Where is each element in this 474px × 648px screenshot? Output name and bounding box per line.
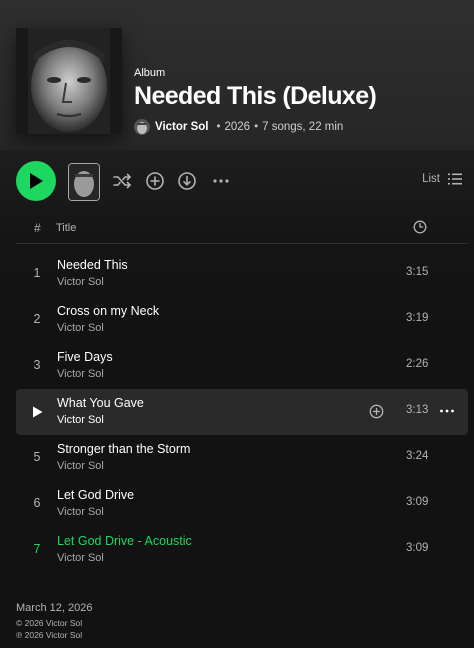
artist-link[interactable]: Victor Sol [155, 121, 208, 133]
track-title[interactable]: Cross on my Neck [57, 304, 159, 318]
track-duration: 3:09 [406, 542, 429, 554]
clock-icon [413, 220, 427, 239]
play-button[interactable] [16, 161, 56, 201]
add-to-library-icon[interactable] [369, 404, 384, 424]
phonogram-copyright-text: ℗ 2026 Victor Sol [16, 630, 83, 640]
track-row[interactable]: 3 Five Days Victor Sol 2:26 [16, 343, 468, 389]
track-number: 5 [33, 450, 41, 464]
track-title[interactable]: Let God Drive - Acoustic [57, 534, 192, 548]
column-title[interactable]: Title [56, 222, 76, 234]
column-number: # [34, 221, 41, 235]
track-number: 1 [33, 266, 41, 280]
track-title[interactable]: What You Gave [57, 396, 144, 410]
release-date: March 12, 2026 [16, 602, 93, 614]
track-more-icon[interactable] [439, 404, 455, 423]
track-number: 6 [33, 496, 41, 510]
album-song-summary: 7 songs, 22 min [262, 121, 344, 133]
track-row[interactable]: 1 Needed This Victor Sol 3:15 [16, 251, 468, 297]
add-circle-icon[interactable] [145, 171, 165, 191]
artist-avatar[interactable] [134, 119, 150, 135]
track-title[interactable]: Let God Drive [57, 488, 134, 502]
track-duration: 3:19 [406, 312, 429, 324]
track-row-hovered[interactable]: What You Gave Victor Sol 3:13 [16, 389, 468, 435]
album-cover [16, 28, 122, 134]
album-meta: Victor Sol • 2026 • 7 songs, 22 min [134, 117, 343, 137]
track-play-icon[interactable] [32, 405, 43, 423]
track-title[interactable]: Five Days [57, 350, 113, 364]
track-artist[interactable]: Victor Sol [57, 552, 104, 564]
copyright-text: © 2026 Victor Sol [16, 618, 83, 628]
track-number: 3 [33, 358, 41, 372]
track-artist[interactable]: Victor Sol [57, 322, 104, 334]
track-row[interactable]: 5 Stronger than the Storm Victor Sol 3:2… [16, 435, 468, 481]
meta-separator: • [216, 121, 221, 133]
track-duration: 2:26 [406, 358, 429, 370]
track-duration: 3:09 [406, 496, 429, 508]
track-artist[interactable]: Victor Sol [57, 276, 104, 288]
track-row-playing[interactable]: 7 Let God Drive - Acoustic Victor Sol 3:… [16, 527, 468, 573]
track-number: 7 [33, 542, 41, 556]
track-row[interactable]: 2 Cross on my Neck Victor Sol 3:19 [16, 297, 468, 343]
list-icon [448, 173, 462, 185]
track-artist[interactable]: Victor Sol [57, 414, 104, 426]
more-icon[interactable] [211, 171, 231, 191]
view-toggle[interactable]: List [422, 173, 462, 185]
track-title[interactable]: Needed This [57, 258, 128, 272]
track-artist[interactable]: Victor Sol [57, 460, 104, 472]
track-row[interactable]: 6 Let God Drive Victor Sol 3:09 [16, 481, 468, 527]
album-title: Needed This (Deluxe) [134, 82, 377, 110]
track-artist[interactable]: Victor Sol [57, 506, 104, 518]
track-title[interactable]: Stronger than the Storm [57, 442, 190, 456]
shuffle-icon[interactable] [112, 171, 132, 191]
view-toggle-label: List [422, 173, 440, 185]
track-number: 2 [33, 312, 41, 326]
download-icon[interactable] [177, 171, 197, 191]
album-year: 2026 [224, 121, 251, 133]
play-icon [30, 173, 43, 189]
track-duration: 3:13 [406, 404, 429, 416]
tracklist-header: # Title [16, 215, 468, 244]
album-thumbnail-button[interactable] [68, 163, 100, 201]
album-type-label: Album [134, 67, 166, 79]
track-duration: 3:24 [406, 450, 429, 462]
track-duration: 3:15 [406, 266, 429, 278]
track-artist[interactable]: Victor Sol [57, 368, 104, 380]
meta-separator: • [254, 121, 259, 133]
